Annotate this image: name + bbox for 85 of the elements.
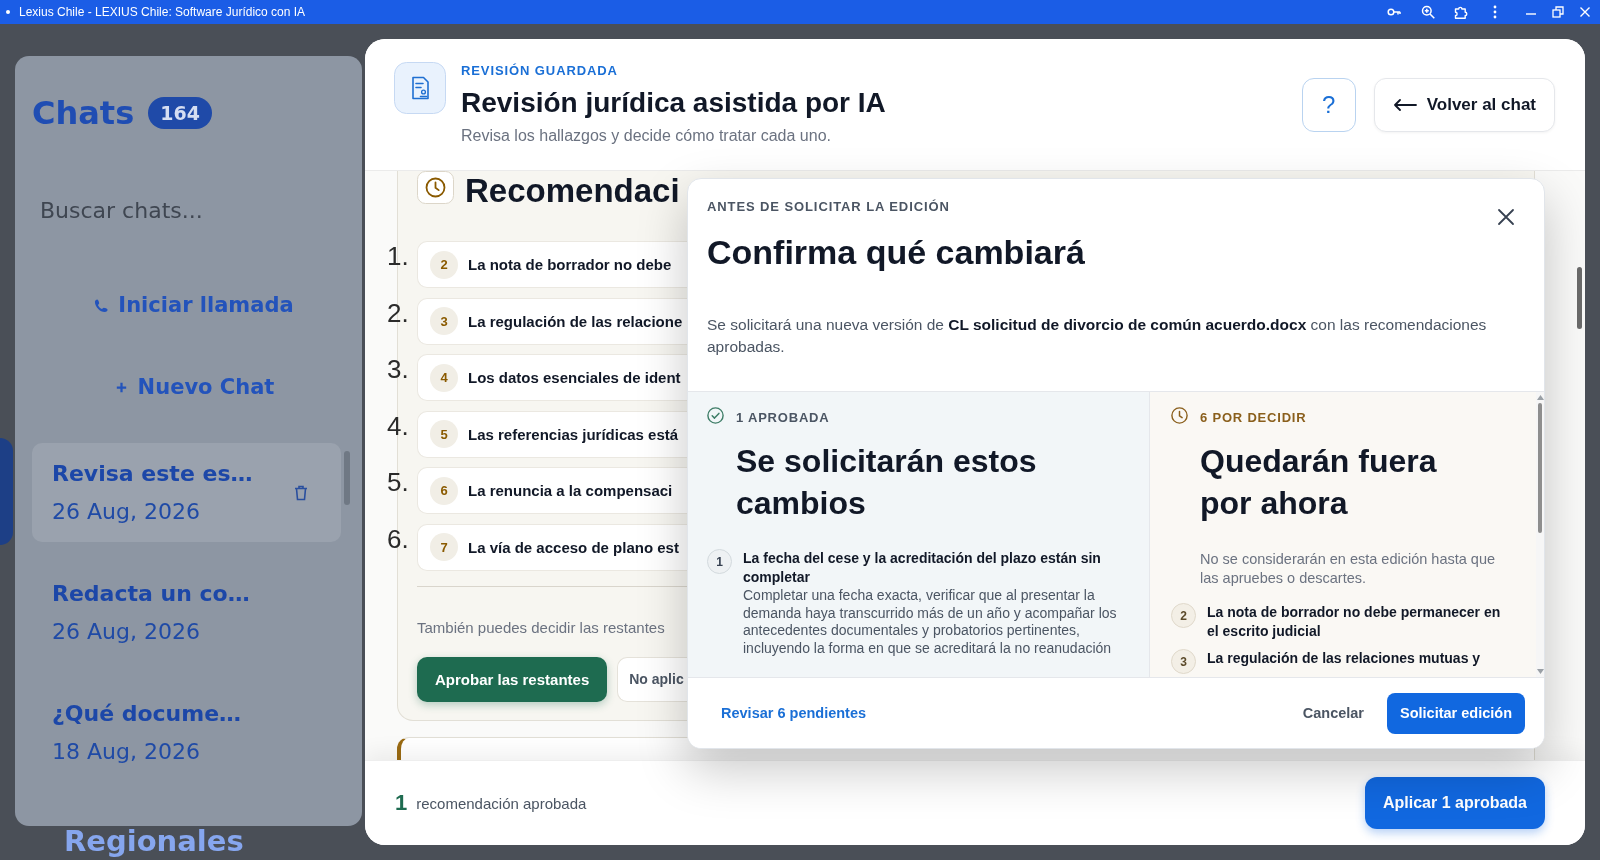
list-number: 4.: [387, 410, 410, 441]
submit-button[interactable]: Solicitar edición: [1387, 692, 1525, 734]
approved-count: 1: [395, 790, 408, 816]
dialog-title: Confirma qué cambiará: [707, 232, 1086, 272]
chat-title: Redacta un co…: [52, 579, 250, 608]
document-icon: [394, 62, 446, 114]
recommendation-item[interactable]: 7 La vía de acceso de plano est: [417, 523, 687, 571]
change-title: La fecha del cese y la acreditación del plazo están sin completar: [743, 549, 1102, 587]
recommendation-item[interactable]: 2 La nota de borrador no debe: [417, 241, 687, 288]
trash-icon[interactable]: [294, 484, 308, 501]
column-note: No se considerarán en esta edición hasta que las apruebes o descartes.: [1200, 550, 1497, 588]
sidebar-title: Chats: [32, 95, 135, 131]
help-button[interactable]: ?: [1301, 78, 1356, 132]
recommendation-title: La renuncia a la compensaci: [468, 482, 673, 499]
window-title: Lexius Chile - LEXIUS Chile: Software Jurídico con IA: [19, 5, 306, 19]
list-number: 5.: [387, 467, 410, 497]
approve-button[interactable]: Aprobar las restantes: [417, 656, 608, 702]
change-description: Completar una fecha exacta, verificar que al presentar la demanda haya transcurrido más de un año y acompañar los antecedentes documentales y probatorios pertinentes, incluyendo la forma en que se acreditará la no reanudación: [743, 587, 1118, 658]
caret-up-icon[interactable]: [1536, 395, 1544, 400]
dialog-eyebrow: ANTES DE SOLICITAR LA EDICIÓN: [707, 199, 950, 215]
list-number: 3.: [387, 354, 410, 384]
close-button[interactable]: [1497, 208, 1515, 226]
item-number: 2: [1171, 603, 1196, 628]
arrow-left-icon: [1392, 99, 1417, 111]
change-title: La nota de borrador no debe permanecer en el escrito judicial: [1207, 603, 1502, 641]
item-number: 4: [430, 363, 458, 392]
recommendation-item[interactable]: 5 Las referencias jurídicas está: [417, 410, 687, 458]
scrollbar-thumb[interactable]: [1538, 403, 1542, 533]
search-field[interactable]: Buscar chats...: [40, 195, 330, 225]
column-count: 6 POR DECIDIR: [1200, 410, 1307, 426]
card-title: Recomendaci: [465, 172, 680, 210]
scrollbar-thumb[interactable]: [344, 451, 350, 505]
item-number: 6: [430, 476, 458, 505]
check-circle-icon: [707, 406, 724, 424]
favicon-icon: [6, 10, 10, 14]
page-title: Revisión jurídica asistida por IA: [461, 86, 886, 120]
review-pending-link[interactable]: Revisar 6 pendientes: [721, 705, 867, 721]
item-number: 3: [1171, 649, 1196, 674]
chat-count-badge: 164: [148, 97, 212, 129]
item-number: 1: [707, 549, 732, 574]
item-number: 5: [430, 420, 458, 448]
recommendation-title: La vía de acceso de plano est: [468, 538, 679, 556]
chat-date: 26 Aug, 2026: [52, 497, 200, 526]
apply-button[interactable]: Aplicar 1 aprobada: [1364, 777, 1545, 829]
recommendation-item[interactable]: 4 Los datos esenciales de ident: [417, 354, 687, 401]
chat-title: ¿Qué docume…: [52, 699, 242, 728]
phone-icon: [94, 297, 110, 313]
cancel-button[interactable]: Cancelar: [1302, 705, 1364, 721]
recommendation-item[interactable]: 6 La renuncia a la compensaci: [417, 467, 687, 514]
column-title: Quedarán fuera por ahora: [1200, 442, 1438, 523]
recommendation-item[interactable]: 3 La regulación de las relacione: [417, 297, 687, 345]
hint-text: También puedes decidir las restantes: [417, 617, 665, 638]
recommendation-title: Los datos esenciales de ident: [468, 369, 681, 386]
change-title: La regulación de las relaciones mutuas y: [1207, 649, 1481, 668]
dismiss-button[interactable]: No aplic: [617, 656, 688, 702]
page-subtitle: Revisa los hallazgos y decide cómo tratar cada uno.: [461, 126, 831, 146]
puzzle-icon[interactable]: [1454, 5, 1468, 19]
chat-title: Revisa este es…: [52, 459, 253, 488]
item-number: 7: [430, 533, 458, 561]
chat-date: 18 Aug, 2026: [52, 737, 200, 766]
more-icon[interactable]: [1493, 5, 1497, 19]
restore-icon[interactable]: [1552, 5, 1564, 19]
recommendation-title: La regulación de las relacione: [468, 312, 683, 330]
chat-date: 26 Aug, 2026: [52, 617, 200, 646]
dialog-message: Se solicitará una nueva versión de CL solicitud de divorcio de común acuerdo.docx con las recomendaciones aprobadas.: [707, 315, 1488, 357]
item-number: 2: [430, 250, 458, 279]
column-title: Se solicitarán estos cambios: [736, 442, 1038, 523]
clock-icon: [1171, 406, 1188, 424]
close-icon: [1497, 208, 1515, 226]
recommendation-title: Las referencias jurídicas está: [468, 425, 679, 443]
caret-down-icon[interactable]: [1536, 669, 1544, 674]
item-number: 3: [430, 307, 458, 335]
close-icon[interactable]: [1579, 5, 1591, 19]
approved-label: recomendación aprobada: [416, 794, 587, 812]
scrollbar-thumb[interactable]: [1577, 267, 1582, 329]
list-number: 6.: [387, 523, 410, 554]
eyebrow-label: REVISIÓN GUARDADA: [461, 63, 618, 79]
recommendation-title: La nota de borrador no debe: [468, 256, 672, 273]
column-count: 1 APROBADA: [736, 410, 830, 426]
section-title: Regionales: [64, 826, 245, 857]
back-button[interactable]: Volver al chat: [1373, 78, 1555, 132]
list-number: 2.: [387, 297, 410, 328]
list-number: 1.: [387, 241, 410, 271]
zoom-icon[interactable]: [1421, 5, 1435, 19]
chat-item[interactable]: Revisa este es… 26 Aug, 2026: [32, 443, 341, 542]
